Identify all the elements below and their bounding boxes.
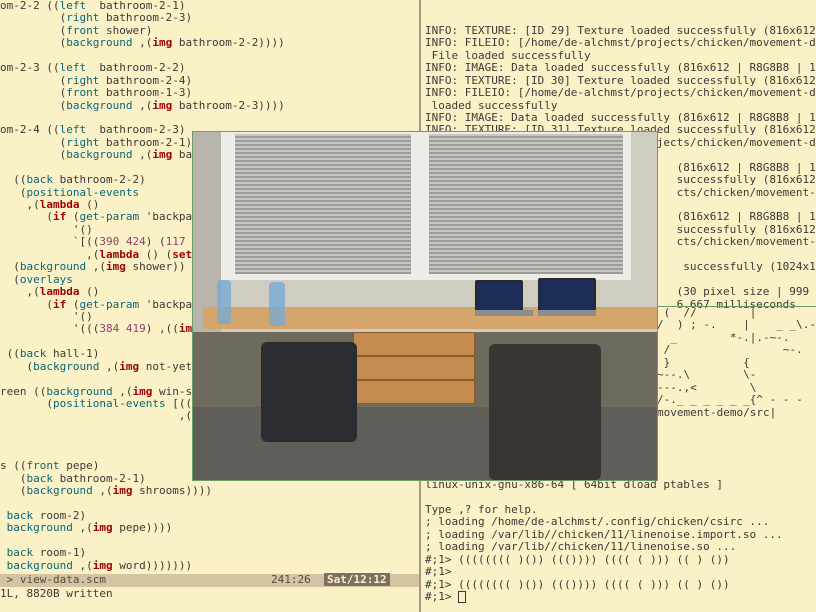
code-line[interactable]: (background ,(img bathroom-2-3)))): [0, 99, 420, 112]
image-viewer-window[interactable]: [192, 131, 658, 481]
photo-bottle-2: [269, 282, 285, 326]
modeline-position: 241:26: [270, 573, 311, 586]
cursor: [458, 590, 467, 603]
photo-blinds-left: [235, 134, 411, 274]
ascii-line: movement-demo/src|: [657, 405, 777, 419]
log-line: INFO: FILEIO: [/home/de-alchmst/projects…: [425, 36, 816, 50]
code-line[interactable]: (right bathroom-2-3): [0, 11, 420, 24]
modeline-time: Sat/12:12: [323, 573, 390, 586]
photo-drawer-2: [353, 356, 475, 380]
repl-line[interactable]: #;1> (((((((( )()) ((()))) (((( ( ))) ((…: [421, 578, 816, 591]
photo-drawer-3: [353, 380, 475, 404]
echo-area: 1L, 8820B written: [0, 587, 113, 600]
repl-line[interactable]: #;1>: [421, 565, 816, 578]
photo-laptop-right: [538, 278, 596, 314]
photo-laptop-right-base: [538, 310, 596, 316]
code-line[interactable]: (background ,(img shrooms)))): [0, 484, 420, 497]
photo-blinds-right: [429, 134, 623, 274]
ascii-art: ( // | \ / ) ; -. | _ _\.-~ _ *-.|.-~-. /…: [657, 307, 816, 427]
repl-line[interactable]: #;1> (((((((( )()) ((()))) (((( ( ))) ((…: [421, 553, 816, 566]
ascii-line: /-._ _ _ _ _ _{^ - - -: [657, 393, 803, 407]
photo-laptop-left: [475, 280, 523, 314]
repl-line[interactable]: ; loading /var/lib//chicken/11/linenoise…: [421, 540, 816, 553]
code-line[interactable]: background ,(img word))))))): [0, 559, 420, 572]
photo-bottle-1: [217, 280, 231, 324]
code-line[interactable]: (background ,(img bathroom-2-2)))): [0, 36, 420, 49]
photo-chair-right: [489, 344, 601, 480]
repl-line[interactable]: ; loading /home/de-alchmst/.config/chick…: [421, 515, 816, 528]
repl-line[interactable]: [421, 491, 816, 503]
photo-laptop-left-base: [475, 310, 533, 316]
photo-chair-left: [261, 342, 357, 442]
ascii-line: / ~-.: [657, 343, 803, 357]
ascii-line: ~--.\ \-: [657, 368, 757, 382]
code-line[interactable]: om-2-3 ((left bathroom-2-2): [0, 61, 420, 74]
log-line: INFO: IMAGE: Data loaded successfully (8…: [425, 61, 816, 75]
editor-modeline: > view-data.scm 241:26 Sat/12:12: [0, 573, 419, 587]
photo-drawer-1: [353, 332, 475, 356]
code-line[interactable]: background ,(img pepe)))): [0, 521, 420, 534]
ascii-line: / ) ; -. | _ _\.-~: [657, 318, 816, 332]
modeline-file: > view-data.scm: [0, 573, 106, 586]
code-line[interactable]: (front bathroom-1-3): [0, 86, 420, 99]
repl-output[interactable]: linux-unix-gnu-x86-64 [ 64bit dload ptab…: [421, 478, 816, 603]
log-line: INFO: FILEIO: [/home/de-alchmst/projects…: [425, 86, 816, 100]
repl-line[interactable]: #;1>: [421, 590, 816, 603]
